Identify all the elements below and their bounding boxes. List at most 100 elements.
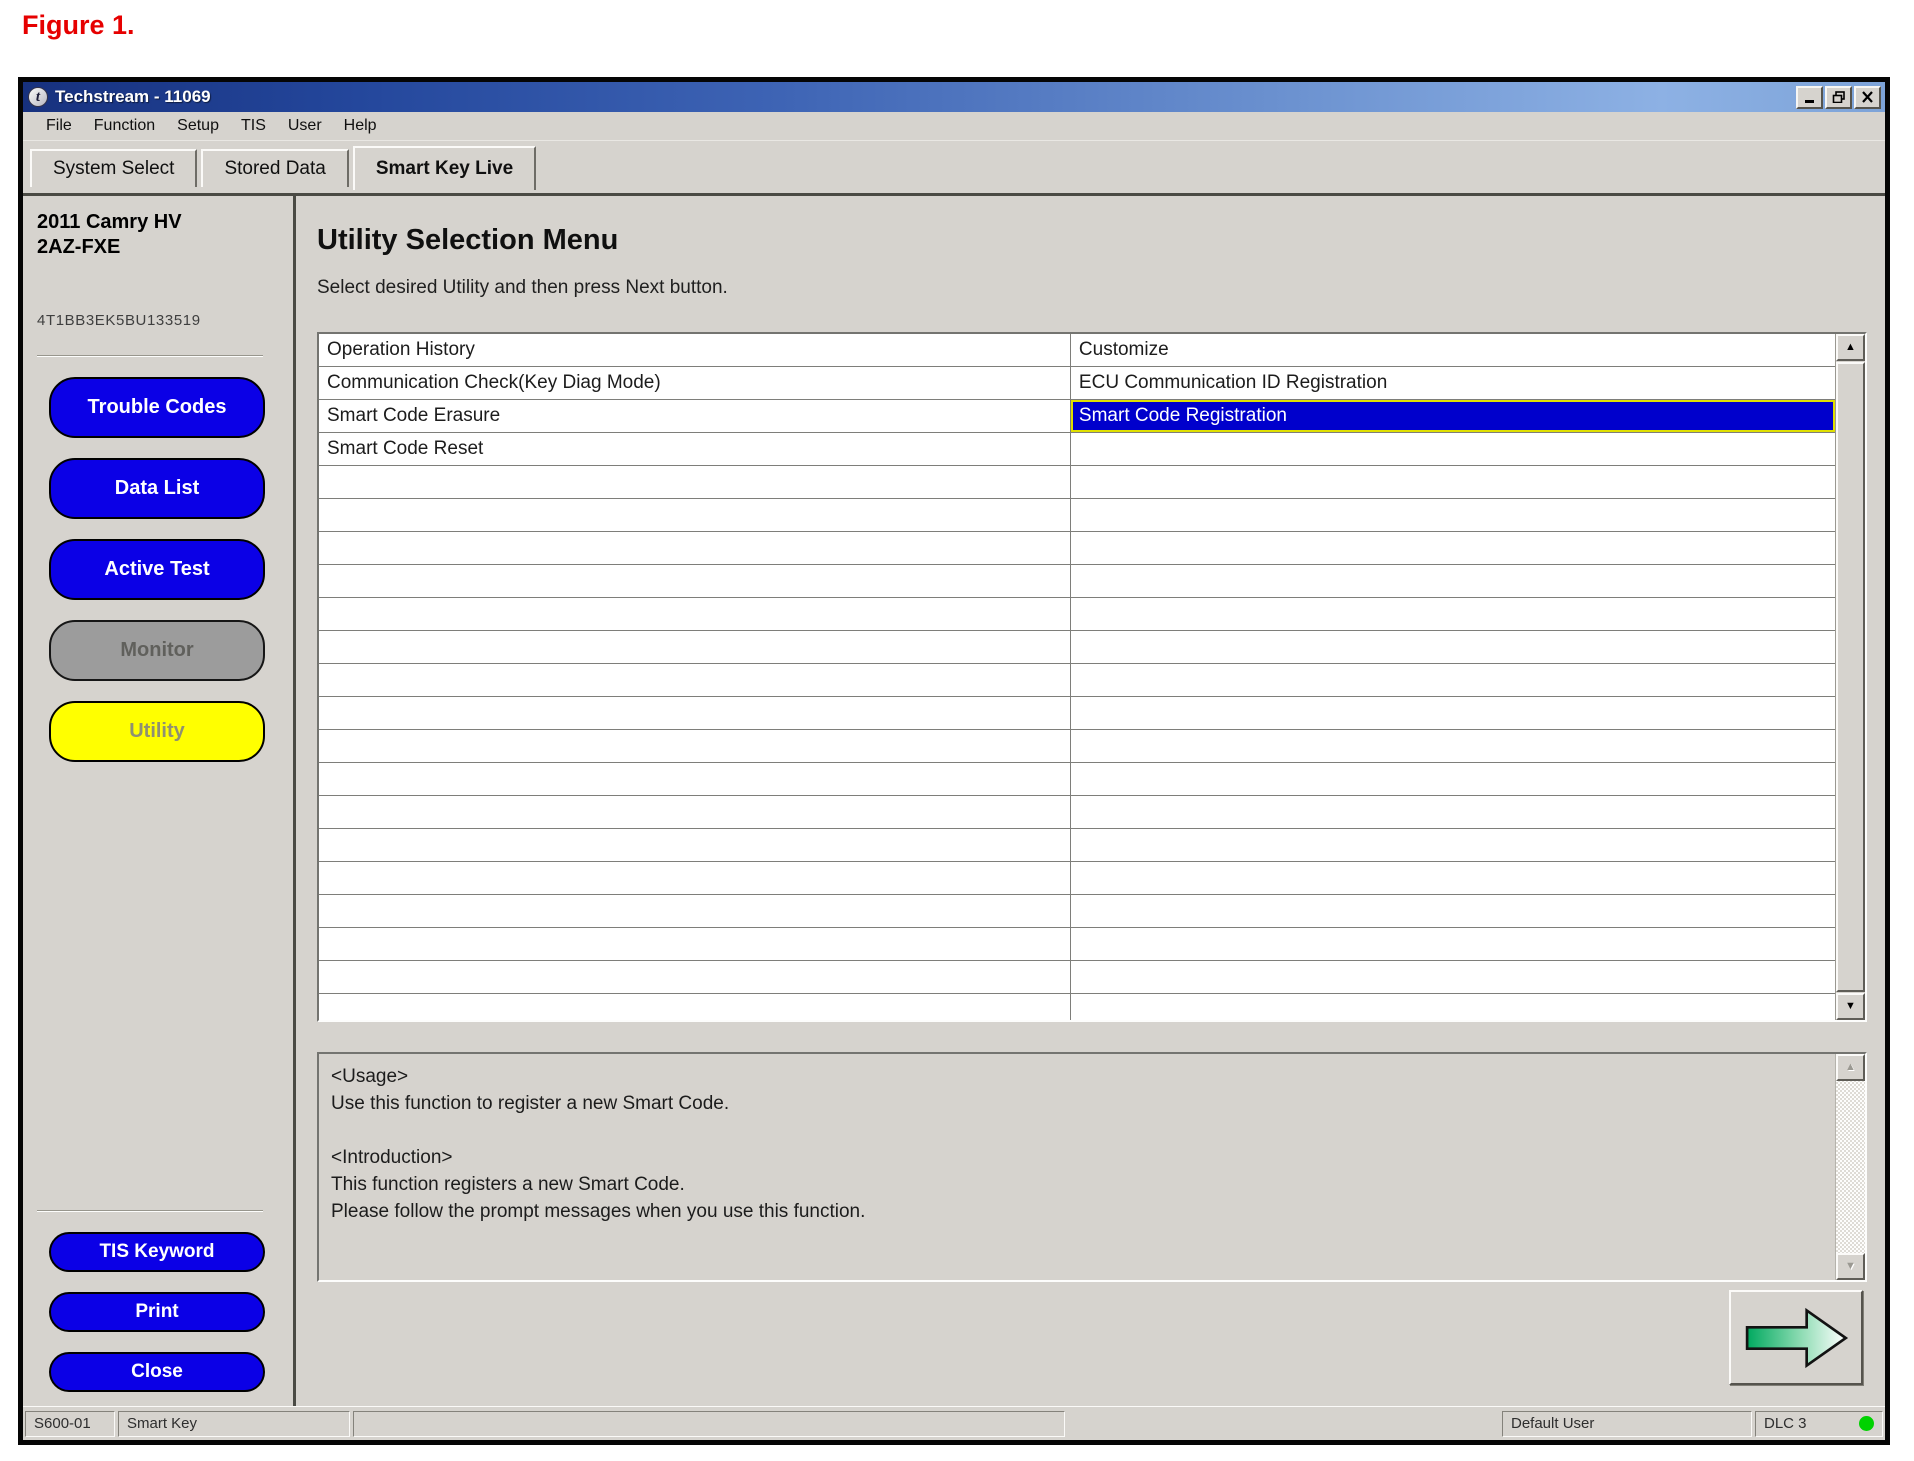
usage-text: <Usage>Use this function to register a n… — [319, 1054, 1835, 1280]
status-user: Default User — [1502, 1411, 1752, 1437]
content-area: 2011 Camry HV 2AZ-FXE 4T1BB3EK5BU133519 … — [23, 196, 1885, 1406]
utility-cell-empty — [1071, 466, 1835, 498]
tab-stored-data[interactable]: Stored Data — [201, 149, 348, 187]
table-scrollbar[interactable]: ▲ ▼ — [1835, 334, 1865, 1020]
usage-line: <Usage> — [331, 1063, 1823, 1090]
utility-table-row — [319, 697, 1835, 730]
utility-cell-empty — [1071, 862, 1835, 894]
utility-table-row — [319, 895, 1835, 928]
status-system-code: S600-01 — [25, 1411, 115, 1437]
utility-cell-empty — [1071, 895, 1835, 927]
utility-selection-table: Operation HistoryCustomizeCommunication … — [317, 332, 1867, 1022]
status-message — [353, 1411, 1065, 1437]
utility-cell-empty — [1071, 796, 1835, 828]
utility-cell-empty — [1071, 961, 1835, 993]
utility-item-smart-code-erasure[interactable]: Smart Code Erasure — [319, 400, 1071, 432]
scroll-up-button[interactable]: ▲ — [1836, 334, 1865, 361]
usage-line: <Introduction> — [331, 1144, 1823, 1171]
tab-smart-key-live[interactable]: Smart Key Live — [353, 146, 536, 190]
utility-cell-empty — [319, 631, 1071, 663]
tis-keyword-button[interactable]: TIS Keyword — [49, 1232, 265, 1272]
title-bar: t Techstream - 11069 — [23, 82, 1885, 112]
usage-scroll-track — [1836, 1081, 1865, 1253]
utility-table-row — [319, 829, 1835, 862]
utility-item-smart-code-reset[interactable]: Smart Code Reset — [319, 433, 1071, 465]
tab-bar: System SelectStored DataSmart Key Live — [23, 141, 1885, 196]
usage-line: This function registers a new Smart Code… — [331, 1171, 1823, 1198]
utility-table-row: Smart Code Reset — [319, 433, 1835, 466]
utility-cell-empty — [1071, 598, 1835, 630]
status-bar: S600-01 Smart Key Default User DLC 3 — [23, 1406, 1885, 1440]
utility-table-row — [319, 994, 1835, 1022]
data-list-button[interactable]: Data List — [49, 458, 265, 519]
utility-item-operation-history[interactable]: Operation History — [319, 334, 1071, 366]
utility-cell-empty — [319, 499, 1071, 531]
usage-scrollbar-disabled: ▲ ▼ — [1835, 1054, 1865, 1280]
sidebar: 2011 Camry HV 2AZ-FXE 4T1BB3EK5BU133519 … — [23, 196, 296, 1406]
utility-cell-empty — [1071, 994, 1835, 1022]
green-status-dot — [1859, 1416, 1874, 1431]
close-button[interactable]: Close — [49, 1352, 265, 1392]
utility-cell-empty — [319, 730, 1071, 762]
utility-table-row — [319, 499, 1835, 532]
figure-label: Figure 1. — [22, 10, 135, 41]
scroll-down-button[interactable]: ▼ — [1836, 993, 1865, 1020]
utility-table-row — [319, 796, 1835, 829]
vehicle-name-line1: 2011 Camry HV — [37, 210, 293, 235]
menu-bar: FileFunctionSetupTISUserHelp — [23, 112, 1885, 141]
utility-table-row: Communication Check(Key Diag Mode)ECU Co… — [319, 367, 1835, 400]
green-arrow-right-icon — [1735, 1298, 1857, 1378]
status-dlc: DLC 3 — [1755, 1411, 1883, 1437]
menu-function[interactable]: Function — [83, 115, 166, 137]
utility-table-row — [319, 565, 1835, 598]
menu-file[interactable]: File — [35, 115, 83, 137]
utility-cell-empty — [319, 532, 1071, 564]
utility-item-customize[interactable]: Customize — [1071, 334, 1835, 366]
monitor-button[interactable]: Monitor — [49, 620, 265, 681]
usage-line — [331, 1117, 1823, 1144]
utility-cell-empty — [319, 928, 1071, 960]
window-controls — [1796, 86, 1881, 109]
function-button-group: Trouble Codes Data List Active Test Monitor… — [37, 357, 293, 762]
utility-rows: Operation HistoryCustomizeCommunication … — [319, 334, 1835, 1020]
minimize-button[interactable] — [1796, 86, 1823, 109]
utility-cell-empty — [319, 565, 1071, 597]
utility-cell-empty — [319, 994, 1071, 1022]
utility-cell-empty — [319, 796, 1071, 828]
restore-button[interactable] — [1825, 86, 1852, 109]
close-icon — [1861, 91, 1874, 103]
menu-tis[interactable]: TIS — [230, 115, 277, 137]
triangle-up-icon: ▲ — [1845, 1062, 1856, 1073]
window-title: Techstream - 11069 — [55, 87, 211, 107]
print-button[interactable]: Print — [49, 1292, 265, 1332]
utility-item-smart-code-registration[interactable]: Smart Code Registration — [1071, 400, 1835, 432]
utility-table-row — [319, 862, 1835, 895]
next-button-row — [317, 1290, 1867, 1385]
close-button[interactable] — [1854, 86, 1881, 109]
utility-button[interactable]: Utility — [49, 701, 265, 762]
page-title: Utility Selection Menu — [317, 224, 1867, 257]
utility-item-ecu-communication-id-registration[interactable]: ECU Communication ID Registration — [1071, 367, 1835, 399]
utility-cell-empty — [319, 895, 1071, 927]
utility-cell-empty — [1071, 928, 1835, 960]
utility-cell-empty — [319, 763, 1071, 795]
utility-table-row — [319, 928, 1835, 961]
menu-user[interactable]: User — [277, 115, 333, 137]
utility-table-row — [319, 664, 1835, 697]
utility-item-communication-check-key-diag-mode[interactable]: Communication Check(Key Diag Mode) — [319, 367, 1071, 399]
utility-table-row — [319, 598, 1835, 631]
tab-system-select[interactable]: System Select — [30, 149, 197, 187]
trouble-codes-button[interactable]: Trouble Codes — [49, 377, 265, 438]
scrollbar-thumb[interactable] — [1836, 362, 1865, 992]
utility-table-row: Smart Code ErasureSmart Code Registratio… — [319, 400, 1835, 433]
menu-setup[interactable]: Setup — [166, 115, 230, 137]
triangle-down-icon: ▼ — [1845, 1001, 1856, 1012]
triangle-down-icon: ▼ — [1845, 1261, 1856, 1272]
next-button[interactable] — [1729, 1290, 1863, 1385]
usage-line: Use this function to register a new Smar… — [331, 1090, 1823, 1117]
active-test-button[interactable]: Active Test — [49, 539, 265, 600]
menu-help[interactable]: Help — [333, 115, 388, 137]
utility-table-row: Operation HistoryCustomize — [319, 334, 1835, 367]
utility-cell-empty — [1071, 664, 1835, 696]
main-panel: Utility Selection Menu Select desired Ut… — [296, 196, 1885, 1406]
